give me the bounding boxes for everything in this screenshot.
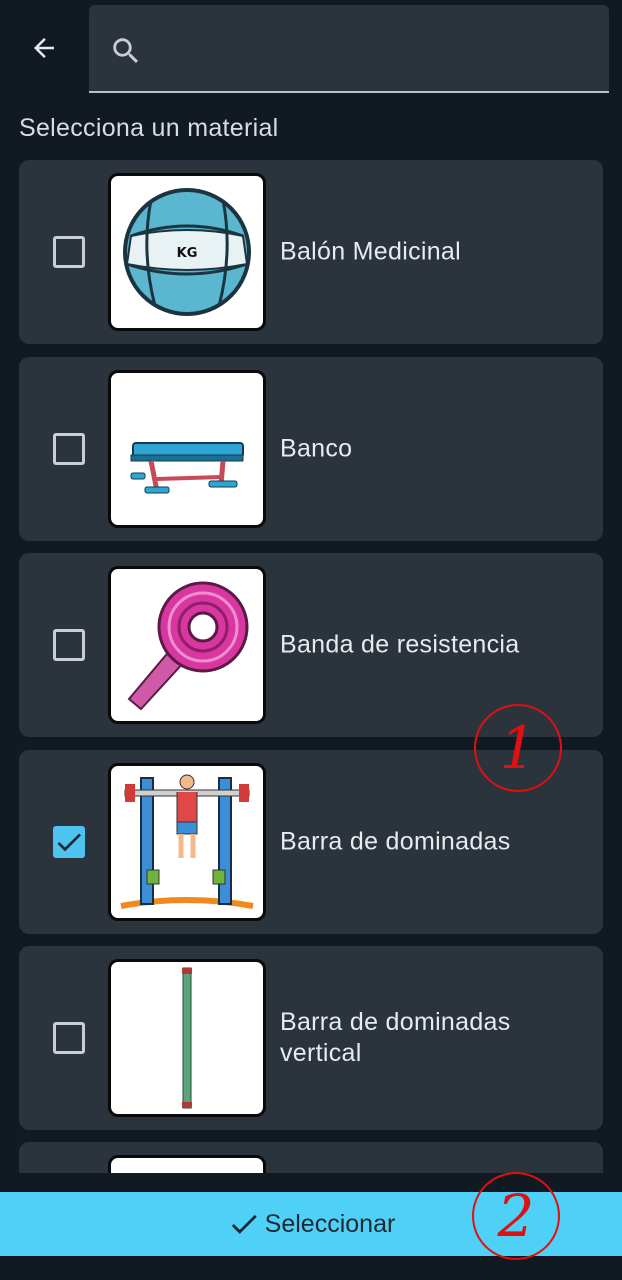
back-button[interactable]	[14, 18, 74, 78]
check-icon	[57, 833, 81, 852]
checkbox-checked[interactable]	[53, 826, 85, 858]
pull-up-bar-image	[108, 763, 266, 921]
select-button-label: Seleccionar	[264, 1209, 396, 1238]
vertical-bar-image	[108, 959, 266, 1117]
material-label: Banda de resistencia	[280, 630, 520, 659]
search-input[interactable]	[159, 25, 593, 77]
annotation-marker-2: 2	[472, 1172, 560, 1260]
checkbox[interactable]	[53, 433, 85, 465]
search-icon	[113, 38, 139, 64]
checkbox[interactable]	[53, 629, 85, 661]
medicine-ball-image: KG	[108, 173, 266, 331]
bench-image	[108, 370, 266, 528]
material-label: Barra de dominadas vertical	[280, 1008, 511, 1067]
check-icon	[231, 1214, 257, 1234]
material-item-barra-de-dominadas-vertical[interactable]: Barra de dominadas vertical	[19, 946, 603, 1130]
arrow-left-icon	[34, 38, 54, 58]
material-list[interactable]: KG Balón Medicinal Banco Banda de resist…	[0, 160, 622, 1173]
material-item-partial[interactable]	[19, 1142, 603, 1173]
search-box[interactable]	[89, 5, 609, 93]
section-label: Selecciona un material	[19, 114, 279, 142]
material-picker-screen: Selecciona un material KG Balón Medicina…	[0, 0, 622, 1280]
material-item-banco[interactable]: Banco	[19, 357, 603, 541]
material-label: Banco	[280, 434, 353, 463]
checkbox[interactable]	[53, 1022, 85, 1054]
material-label: Barra de dominadas	[280, 827, 511, 856]
material-image	[108, 1155, 266, 1173]
svg-text:KG: KG	[177, 246, 198, 261]
annotation-marker-1: 1	[474, 704, 562, 792]
material-label: Balón Medicinal	[280, 237, 461, 266]
resistance-band-image	[108, 566, 266, 724]
material-item-balon-medicinal[interactable]: KG Balón Medicinal	[19, 160, 603, 344]
checkbox[interactable]	[53, 236, 85, 268]
